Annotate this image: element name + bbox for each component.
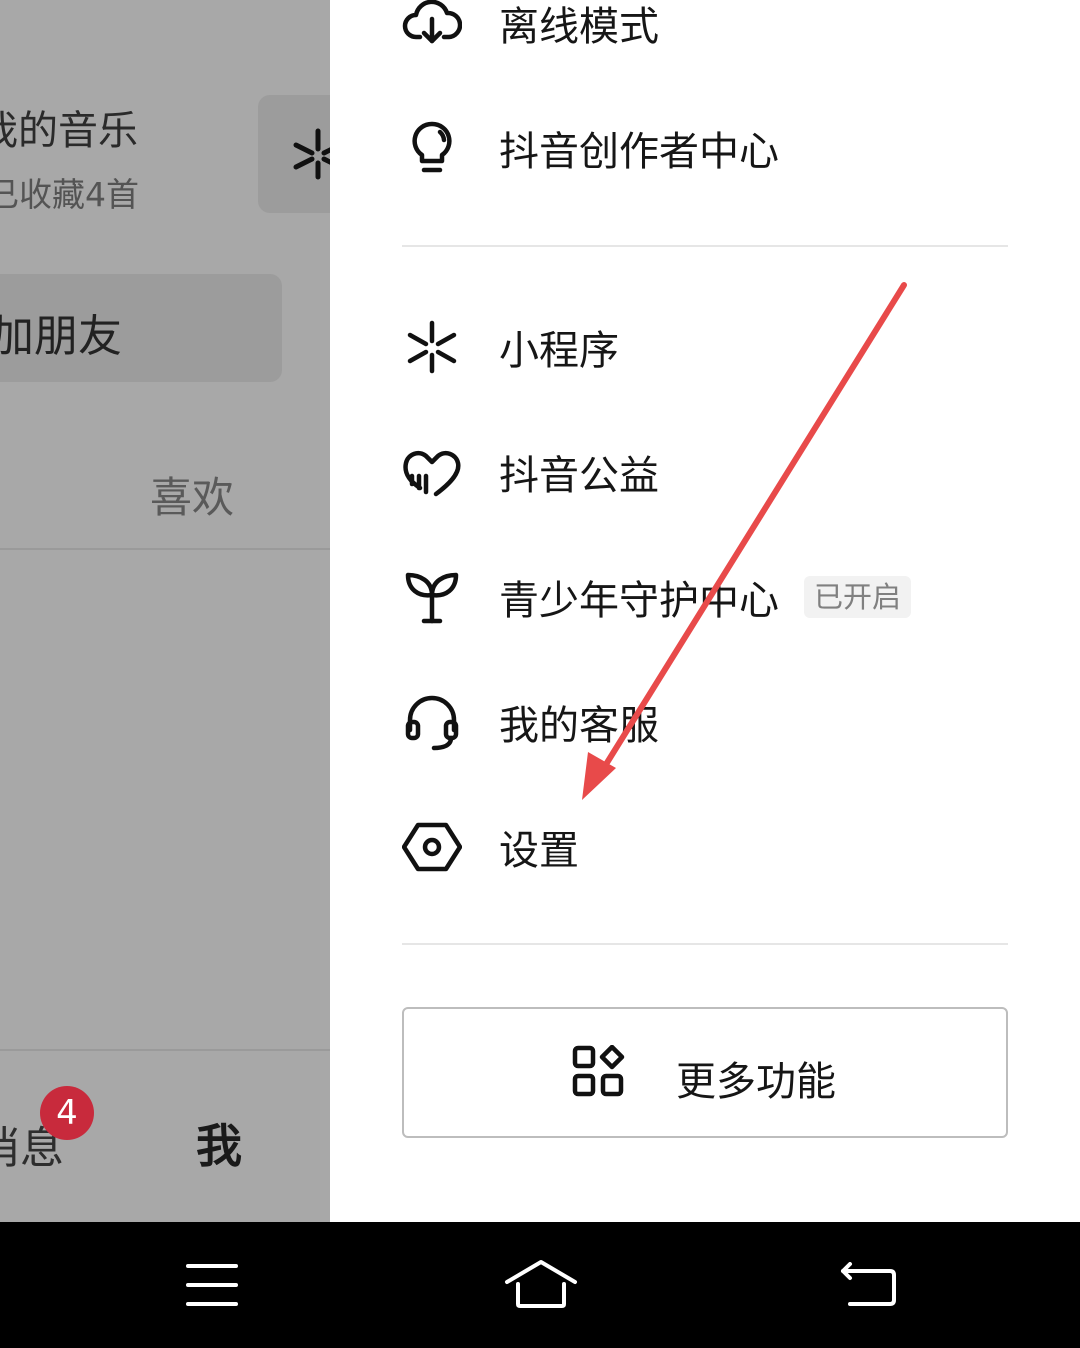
status-badge: 已开启 bbox=[804, 576, 912, 618]
tab-likes[interactable]: 喜欢 bbox=[150, 464, 234, 525]
divider bbox=[402, 245, 1008, 247]
heart-charity-icon bbox=[403, 450, 461, 497]
divider bbox=[402, 943, 1008, 945]
grid-apps-icon bbox=[572, 1045, 625, 1097]
my-music-title: 我的音乐 bbox=[0, 108, 138, 154]
lightbulb-icon bbox=[412, 121, 452, 173]
sprout-icon bbox=[405, 572, 459, 624]
menu-item-customer-service[interactable]: 我的客服 bbox=[402, 677, 1008, 767]
menu-item-charity[interactable]: 抖音公益 bbox=[402, 427, 1008, 517]
mini-program-card[interactable] bbox=[258, 95, 330, 213]
menu-item-youth-protection[interactable]: 青少年守护中心 bbox=[402, 552, 1008, 642]
menu-item-offline-mode[interactable]: 离线模式 bbox=[402, 0, 1008, 68]
system-navigation-bar bbox=[0, 1222, 1080, 1348]
messages-badge: 4 bbox=[40, 1086, 94, 1140]
menu-item-settings[interactable]: 设置 bbox=[402, 802, 1008, 892]
mini-program-icon bbox=[407, 320, 457, 374]
more-features-label: 更多功能 bbox=[676, 1059, 836, 1105]
add-friend-label: 加朋友 bbox=[0, 311, 122, 362]
menu-hamburger-icon[interactable] bbox=[186, 1262, 238, 1308]
headset-icon bbox=[405, 695, 459, 751]
home-icon[interactable] bbox=[504, 1258, 578, 1310]
menu-label: 青少年守护中心 bbox=[499, 578, 779, 624]
background-page: 我的音乐 已收藏4首 加朋友 喜欢 消息 4 我 bbox=[0, 0, 330, 1222]
divider bbox=[0, 548, 330, 550]
menu-label: 设置 bbox=[499, 828, 579, 874]
menu-label: 抖音创作者中心 bbox=[499, 129, 779, 175]
mini-program-icon bbox=[293, 128, 330, 180]
add-friend-button[interactable]: 加朋友 bbox=[0, 274, 282, 382]
tab-me[interactable]: 我 bbox=[196, 1110, 242, 1176]
my-music-subtitle: 已收藏4首 bbox=[0, 175, 139, 214]
settings-hexagon-icon bbox=[402, 822, 462, 872]
menu-item-mini-program[interactable]: 小程序 bbox=[402, 302, 1008, 392]
more-features-button[interactable]: 更多功能 bbox=[402, 1007, 1008, 1138]
menu-label: 离线模式 bbox=[499, 4, 659, 50]
back-icon[interactable] bbox=[840, 1262, 898, 1308]
menu-item-creator-center[interactable]: 抖音创作者中心 bbox=[402, 103, 1008, 193]
menu-label: 我的客服 bbox=[499, 703, 659, 749]
divider bbox=[0, 1049, 330, 1051]
menu-label: 小程序 bbox=[499, 328, 619, 374]
cloud-download-icon bbox=[402, 0, 462, 44]
menu-label: 抖音公益 bbox=[499, 453, 659, 499]
